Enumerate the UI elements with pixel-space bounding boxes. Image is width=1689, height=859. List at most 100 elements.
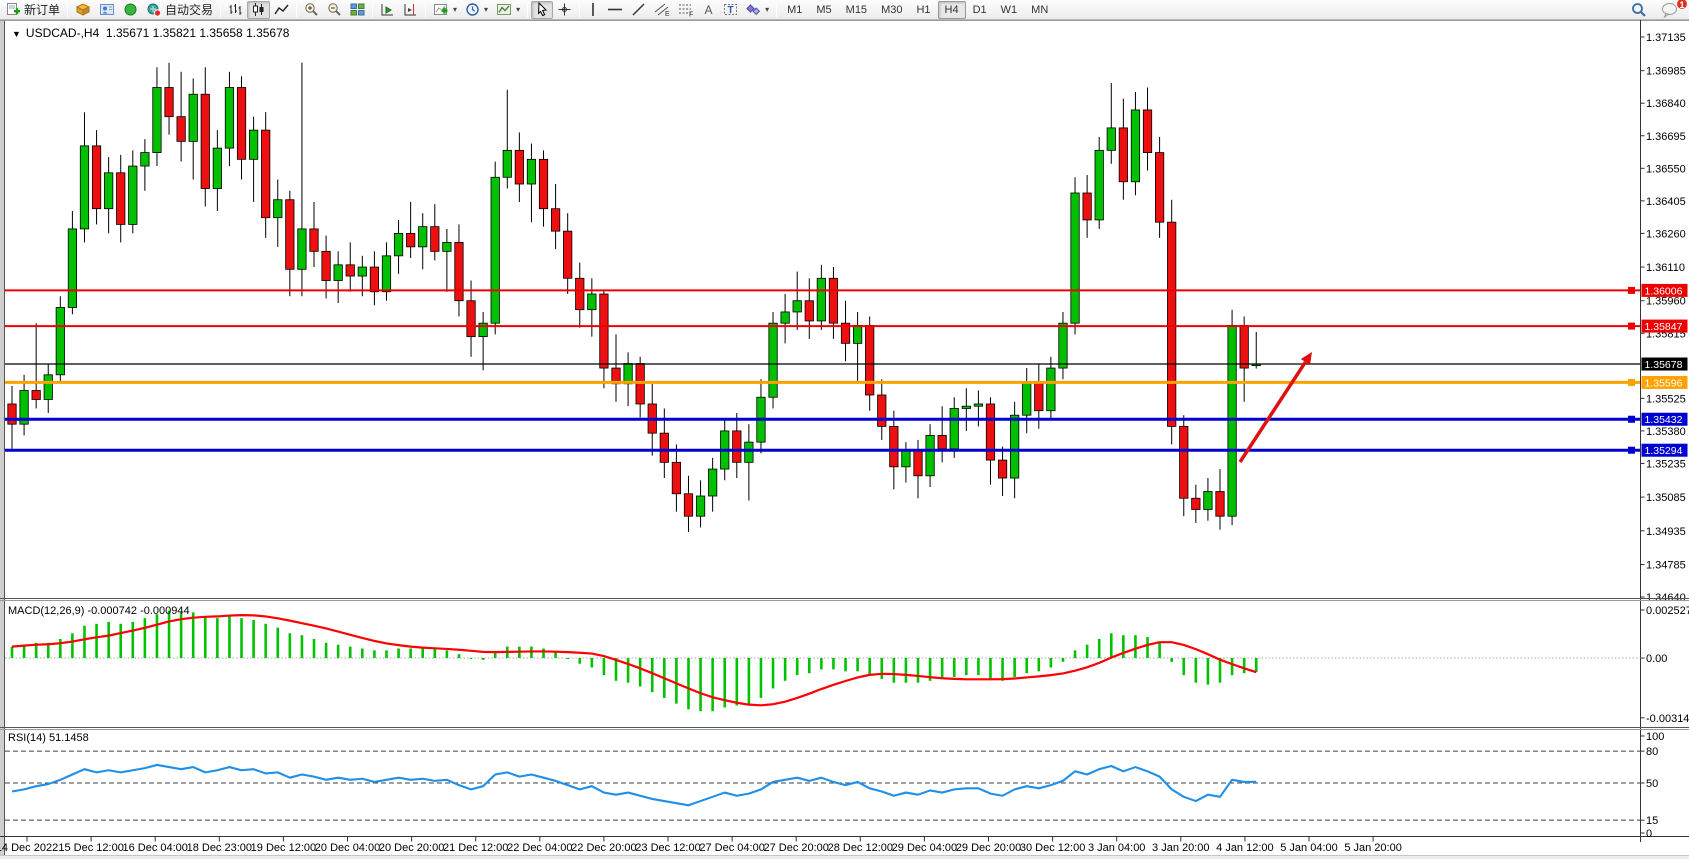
timeframe-button-h4[interactable]: H4 bbox=[938, 1, 966, 19]
toolbar-group-panels: 自动交易 bbox=[71, 0, 217, 19]
svg-text:T: T bbox=[728, 5, 734, 16]
svg-text:0.002527: 0.002527 bbox=[1646, 605, 1689, 617]
text-icon: A bbox=[702, 2, 715, 17]
svg-text:-0.003149: -0.003149 bbox=[1646, 713, 1689, 725]
timeframe-button-w1[interactable]: W1 bbox=[994, 1, 1025, 19]
shapes-button[interactable]: ▾ bbox=[742, 1, 773, 19]
svg-text:0.00: 0.00 bbox=[1646, 653, 1667, 665]
templates-icon bbox=[496, 2, 512, 17]
data-window-icon bbox=[123, 2, 138, 17]
svg-text:1.34785: 1.34785 bbox=[1646, 559, 1686, 571]
chat-button[interactable]: 1 bbox=[1657, 1, 1683, 19]
bar-chart-icon bbox=[228, 2, 243, 17]
dropdown-caret-icon: ▾ bbox=[516, 5, 520, 14]
crosshair-button[interactable] bbox=[553, 1, 576, 19]
vertical-line-button[interactable] bbox=[583, 1, 603, 19]
fibonacci-button[interactable]: F bbox=[674, 1, 698, 19]
trendline-button[interactable] bbox=[627, 1, 650, 19]
zoom-out-button[interactable] bbox=[323, 1, 346, 19]
chart-shift-button[interactable] bbox=[399, 1, 422, 19]
shapes-icon bbox=[746, 2, 761, 17]
svg-text:1.36110: 1.36110 bbox=[1646, 262, 1685, 274]
data-window-button[interactable] bbox=[119, 1, 142, 19]
toolbar-separator bbox=[372, 3, 373, 17]
candlestick-chart-button[interactable] bbox=[247, 1, 270, 19]
fibonacci-icon: F bbox=[678, 2, 694, 17]
auto-scroll-button[interactable] bbox=[376, 1, 399, 19]
svg-text:F: F bbox=[689, 12, 693, 18]
svg-text:23 Dec 12:00: 23 Dec 12:00 bbox=[635, 842, 700, 854]
toolbar-group-zoom bbox=[300, 0, 369, 19]
svg-text:29 Dec 20:00: 29 Dec 20:00 bbox=[956, 842, 1021, 854]
new-order-icon bbox=[6, 2, 21, 17]
navigator-button[interactable] bbox=[95, 1, 119, 19]
auto-trading-icon bbox=[146, 2, 162, 17]
svg-text:1.36006: 1.36006 bbox=[1645, 285, 1683, 297]
svg-text:50: 50 bbox=[1646, 778, 1658, 790]
line-chart-button[interactable] bbox=[270, 1, 293, 19]
trend-arrow-annotation bbox=[1240, 352, 1312, 462]
equidistant-channel-button[interactable]: E bbox=[650, 1, 674, 19]
svg-text:20 Dec 04:00: 20 Dec 04:00 bbox=[315, 842, 380, 854]
toolbar-separator bbox=[67, 3, 68, 17]
svg-text:80: 80 bbox=[1646, 746, 1658, 758]
svg-text:1.35085: 1.35085 bbox=[1646, 492, 1686, 504]
svg-text:3 Jan 04:00: 3 Jan 04:00 bbox=[1088, 842, 1146, 854]
svg-text:1.36405: 1.36405 bbox=[1646, 196, 1686, 208]
svg-text:29 Dec 04:00: 29 Dec 04:00 bbox=[892, 842, 957, 854]
new-order-button[interactable]: 新订单 bbox=[2, 1, 64, 19]
text-label-icon: T bbox=[723, 2, 738, 17]
horizontal-line-icon bbox=[607, 2, 623, 17]
timeframe-button-h1[interactable]: H1 bbox=[909, 1, 937, 19]
toolbar-separator bbox=[220, 3, 221, 17]
auto-trading-button[interactable]: 自动交易 bbox=[142, 1, 217, 19]
timeframe-button-m5[interactable]: M5 bbox=[809, 1, 838, 19]
text-button[interactable]: A bbox=[698, 1, 719, 19]
bar-chart-button[interactable] bbox=[224, 1, 247, 19]
auto-scroll-icon bbox=[380, 2, 395, 17]
svg-text:1.35432: 1.35432 bbox=[1645, 414, 1683, 426]
indicators-icon bbox=[433, 2, 449, 17]
text-label-button[interactable]: T bbox=[719, 1, 742, 19]
timeframe-button-d1[interactable]: D1 bbox=[966, 1, 994, 19]
indicators-button[interactable]: ▾ bbox=[429, 1, 461, 19]
templates-button[interactable]: ▾ bbox=[492, 1, 524, 19]
timeframe-button-m15[interactable]: M15 bbox=[839, 1, 874, 19]
market-watch-button[interactable] bbox=[71, 1, 95, 19]
svg-text:15: 15 bbox=[1646, 815, 1658, 827]
svg-text:1.34935: 1.34935 bbox=[1646, 526, 1686, 538]
svg-text:100: 100 bbox=[1646, 731, 1664, 743]
cursor-button[interactable] bbox=[531, 1, 553, 19]
timeframe-button-m30[interactable]: M30 bbox=[874, 1, 909, 19]
timeframe-button-m1[interactable]: M1 bbox=[780, 1, 809, 19]
new-order-label: 新订单 bbox=[24, 1, 60, 18]
crosshair-icon bbox=[557, 2, 572, 17]
toolbar-group-orders: 新订单 bbox=[2, 0, 64, 19]
chart-window[interactable]: ▼USDCAD-,H4 1.35671 1.35821 1.35658 1.35… bbox=[0, 20, 1689, 855]
zoom-in-icon bbox=[304, 2, 319, 17]
svg-text:1.35235: 1.35235 bbox=[1646, 458, 1686, 470]
svg-text:1.35960: 1.35960 bbox=[1646, 296, 1686, 308]
market-watch-icon bbox=[75, 2, 91, 17]
svg-text:14 Dec 2022: 14 Dec 2022 bbox=[0, 842, 58, 854]
chart-menu-icon[interactable]: ▼ bbox=[12, 29, 21, 39]
macd-indicator-label: MACD(12,26,9) -0.000742 -0.000944 bbox=[8, 605, 190, 617]
periods-clock-icon bbox=[465, 2, 480, 17]
toolbar-group-cursor bbox=[531, 0, 576, 19]
svg-text:28 Dec 12:00: 28 Dec 12:00 bbox=[828, 842, 893, 854]
search-button[interactable] bbox=[1627, 1, 1651, 19]
tile-windows-button[interactable] bbox=[346, 1, 369, 19]
timeframe-button-mn[interactable]: MN bbox=[1024, 1, 1055, 19]
zoom-in-button[interactable] bbox=[300, 1, 323, 19]
svg-text:30 Dec 12:00: 30 Dec 12:00 bbox=[1020, 842, 1085, 854]
candlestick-chart-icon bbox=[251, 2, 266, 17]
svg-text:19 Dec 12:00: 19 Dec 12:00 bbox=[251, 842, 316, 854]
horizontal-line-button[interactable] bbox=[603, 1, 627, 19]
svg-text:A: A bbox=[705, 3, 713, 17]
toolbar-group-drawing: E F A T ▾ bbox=[583, 0, 773, 19]
periods-button[interactable]: ▾ bbox=[461, 1, 492, 19]
chart-canvas[interactable]: 1.371351.369851.368401.366951.365501.364… bbox=[0, 20, 1689, 855]
svg-text:1.36840: 1.36840 bbox=[1646, 98, 1686, 110]
zoom-out-icon bbox=[327, 2, 342, 17]
toolbar-separator bbox=[527, 3, 528, 17]
